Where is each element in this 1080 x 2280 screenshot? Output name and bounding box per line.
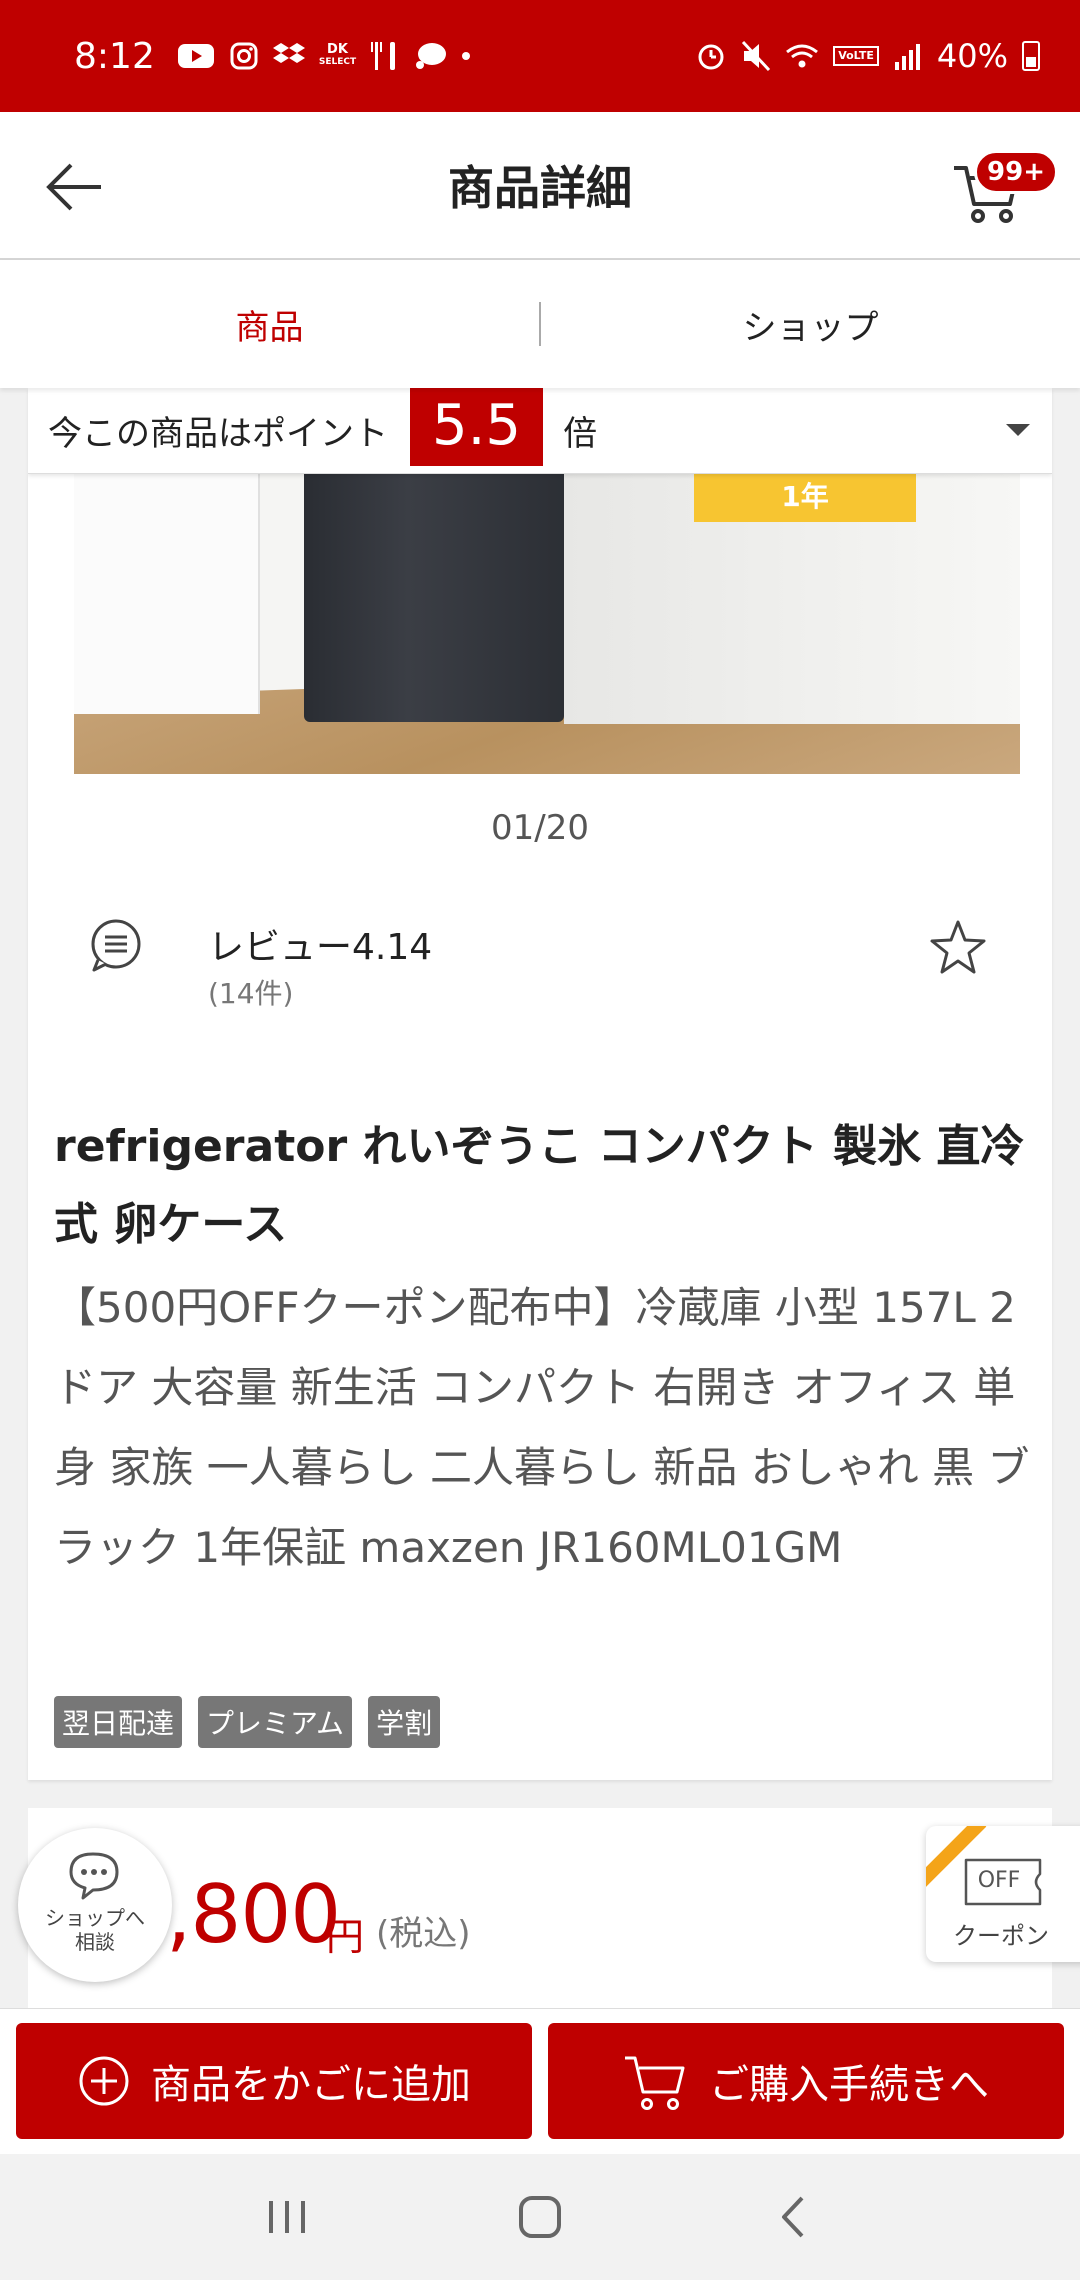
image-refrigerator xyxy=(304,474,564,722)
shop-consult-label-2: 相談 xyxy=(75,1930,115,1954)
system-nav-bar xyxy=(0,2154,1080,2280)
recent-apps-icon xyxy=(268,2201,305,2233)
plus-circle-icon xyxy=(79,2056,129,2106)
youtube-icon xyxy=(177,44,214,68)
battery-icon xyxy=(1022,41,1040,71)
alarm-icon xyxy=(698,44,724,70)
chat-bubble-icon xyxy=(416,43,447,69)
product-title: refrigerator れいぞうこ コンパクト 製氷 直冷式 卵ケース xyxy=(54,1121,1025,1250)
add-to-cart-label: 商品をかごに追加 xyxy=(151,2062,471,2108)
instagram-icon xyxy=(230,42,258,70)
cart-count-badge: 99+ xyxy=(974,150,1058,194)
dropbox-icon xyxy=(272,43,305,63)
shop-consult-button[interactable]: ショップへ 相談 xyxy=(18,1828,172,1982)
recent-apps-button[interactable] xyxy=(247,2177,327,2257)
status-notification-icons: DK SELECT xyxy=(177,40,471,72)
points-suffix: 倍 xyxy=(563,414,598,454)
add-to-cart-button[interactable]: 商品をかごに追加 xyxy=(16,2023,532,2139)
review-count: (14件) xyxy=(208,977,294,1010)
battery-percent: 40% xyxy=(936,37,1008,75)
chevron-left-icon xyxy=(782,2196,804,2238)
dk-badge-line2: SELECT xyxy=(318,57,357,67)
image-cabinet xyxy=(74,474,260,714)
volte-icon: VoLTE xyxy=(833,46,879,66)
tag-student: 学割 xyxy=(368,1696,441,1748)
status-dot xyxy=(462,52,471,60)
cart-button[interactable]: 99+ xyxy=(952,142,1058,232)
tab-product[interactable]: 商品 xyxy=(0,300,539,349)
product-card: 今この商品はポイント 5.5 倍 1年 01/20 レビュー4.14 (14件)… xyxy=(28,388,1052,1780)
home-button[interactable] xyxy=(500,2177,580,2257)
chat-dots-icon xyxy=(69,1852,119,1900)
review-chat-icon xyxy=(91,919,141,972)
tab-shop[interactable]: ショップ xyxy=(541,300,1080,349)
points-bar[interactable]: 今この商品はポイント 5.5 倍 xyxy=(28,388,1052,474)
home-icon xyxy=(518,2196,561,2238)
tab-bar: 商品 ショップ xyxy=(0,260,1080,388)
tag-row: 翌日配達 プレミアム 学割 xyxy=(54,1696,441,1748)
page-title: 商品詳細 xyxy=(448,161,632,215)
app-header: 商品詳細 99+ xyxy=(0,112,1080,260)
product-image[interactable]: 1年 xyxy=(74,474,1020,774)
nav-back-button[interactable] xyxy=(753,2177,833,2257)
checkout-button[interactable]: ご購入手続きへ xyxy=(548,2023,1064,2139)
price-unit: 円 xyxy=(326,1915,365,1959)
price-value: ,800 xyxy=(166,1868,341,1961)
action-bar: 商品をかごに追加 ご購入手続きへ xyxy=(0,2008,1080,2154)
star-icon[interactable] xyxy=(928,918,988,978)
tag-next-day: 翌日配達 xyxy=(54,1696,183,1748)
image-counter: 01/20 xyxy=(491,808,589,848)
coupon-button[interactable]: OFF クーポン xyxy=(926,1826,1080,1962)
tag-premium: プレミアム xyxy=(198,1696,353,1748)
dk-select-icon: DK SELECT xyxy=(318,42,357,68)
shop-consult-label-1: ショップへ xyxy=(45,1906,145,1930)
product-description: 【500円OFFクーポン配布中】冷蔵庫 小型 157L 2ドア 大容量 新生活 … xyxy=(54,1283,1030,1572)
review-row[interactable]: レビュー4.14 (14件) xyxy=(88,918,1008,1028)
arrow-left-icon xyxy=(46,163,101,211)
points-label: 今この商品はポイント xyxy=(48,414,388,454)
dk-badge-line1: DK xyxy=(327,42,348,57)
cutlery-icon xyxy=(371,42,396,70)
cart-icon xyxy=(625,2056,685,2110)
price-tax-label: (税込) xyxy=(376,1914,471,1954)
status-bar: 8:12 DK SELECT VoLTE 40% xyxy=(0,0,1080,112)
coupon-label: クーポン xyxy=(953,1922,1049,1950)
mute-icon xyxy=(742,40,771,72)
back-button[interactable] xyxy=(40,152,110,222)
review-score: レビュー4.14 xyxy=(208,927,433,968)
price-card: ,800 円 (税込) xyxy=(28,1808,1052,2008)
checkout-label: ご購入手続きへ xyxy=(709,2062,989,2108)
points-multiplier: 5.5 xyxy=(410,388,544,466)
status-system-icons: VoLTE 40% xyxy=(695,37,1040,75)
warranty-badge: 1年 xyxy=(694,474,916,522)
signal-icon xyxy=(894,44,920,70)
caret-down-icon[interactable] xyxy=(1006,424,1030,436)
wifi-icon xyxy=(786,44,819,68)
status-time: 8:12 xyxy=(74,35,155,77)
coupon-off-text: OFF xyxy=(977,1868,1021,1893)
